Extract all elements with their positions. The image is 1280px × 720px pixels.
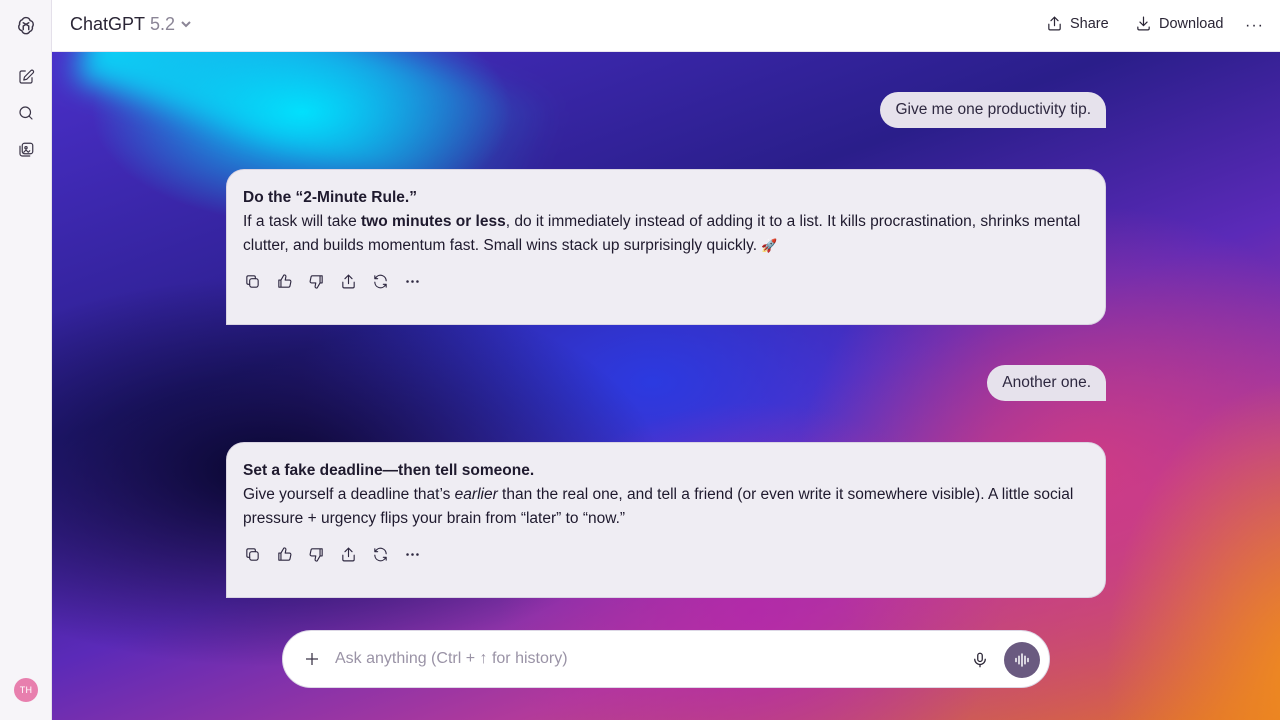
user-message: Another one. [987, 365, 1106, 401]
download-icon [1137, 16, 1150, 31]
body-italic-text: earlier [454, 486, 498, 503]
more-options-button[interactable]: ··· [1245, 17, 1264, 35]
assistant-message-title: Set a fake deadline—then tell someone. [243, 462, 535, 479]
message-actions [243, 545, 1089, 563]
thumbs-up-icon[interactable] [275, 272, 293, 290]
new-chat-icon[interactable] [13, 64, 39, 90]
assistant-message: Set a fake deadline—then tell someone. G… [226, 442, 1106, 598]
assistant-message-title: Do the “2-Minute Rule.” [243, 189, 417, 206]
add-attachment-icon[interactable] [301, 648, 323, 670]
library-icon[interactable] [13, 137, 39, 163]
sidebar: TH [0, 0, 52, 720]
assistant-message-body: If a task will take two minutes or less,… [243, 210, 1089, 258]
search-icon[interactable] [13, 100, 39, 126]
assistant-message-body: Give yourself a deadline that’s earlier … [243, 483, 1089, 531]
voice-mode-button[interactable] [1004, 642, 1040, 678]
regenerate-icon[interactable] [371, 272, 389, 290]
avatar[interactable]: TH [14, 678, 38, 702]
share-icon[interactable] [339, 545, 357, 563]
download-label: Download [1159, 15, 1224, 32]
thumbs-up-icon[interactable] [275, 545, 293, 563]
top-bar: ChatGPT 5.2 Share Download ··· [52, 0, 1280, 52]
model-switcher[interactable]: ChatGPT 5.2 [70, 14, 192, 35]
regenerate-icon[interactable] [371, 545, 389, 563]
download-button[interactable]: Download [1135, 15, 1224, 32]
copy-icon[interactable] [243, 272, 261, 290]
model-version: 5.2 [150, 14, 176, 34]
thumbs-down-icon[interactable] [307, 545, 325, 563]
user-message-text: Give me one productivity tip. [895, 101, 1091, 118]
assistant-message: Do the “2-Minute Rule.” If a task will t… [226, 169, 1106, 325]
body-text: Give yourself a deadline that’s [243, 486, 455, 503]
more-icon[interactable] [403, 272, 421, 290]
share-icon [1048, 16, 1061, 31]
user-message-text: Another one. [1002, 374, 1091, 391]
prompt-input[interactable] [335, 645, 955, 673]
composer [282, 630, 1050, 688]
chatgpt-logo-icon[interactable] [13, 13, 39, 39]
share-icon[interactable] [339, 272, 357, 290]
user-message: Give me one productivity tip. [880, 92, 1106, 128]
body-text: If a task will take [243, 213, 362, 230]
share-button[interactable]: Share [1046, 15, 1109, 32]
thumbs-down-icon[interactable] [307, 272, 325, 290]
more-icon: ··· [1245, 17, 1264, 34]
more-icon[interactable] [403, 545, 421, 563]
share-label: Share [1070, 15, 1109, 32]
message-actions [243, 272, 1089, 290]
rocket-emoji: 🚀 [761, 238, 778, 253]
microphone-icon[interactable] [969, 649, 991, 671]
voice-waveform-icon [1015, 653, 1029, 667]
model-name: ChatGPT [70, 14, 146, 34]
chevron-down-icon [180, 14, 192, 35]
copy-icon[interactable] [243, 545, 261, 563]
body-bold-text: two minutes or less [361, 213, 506, 230]
